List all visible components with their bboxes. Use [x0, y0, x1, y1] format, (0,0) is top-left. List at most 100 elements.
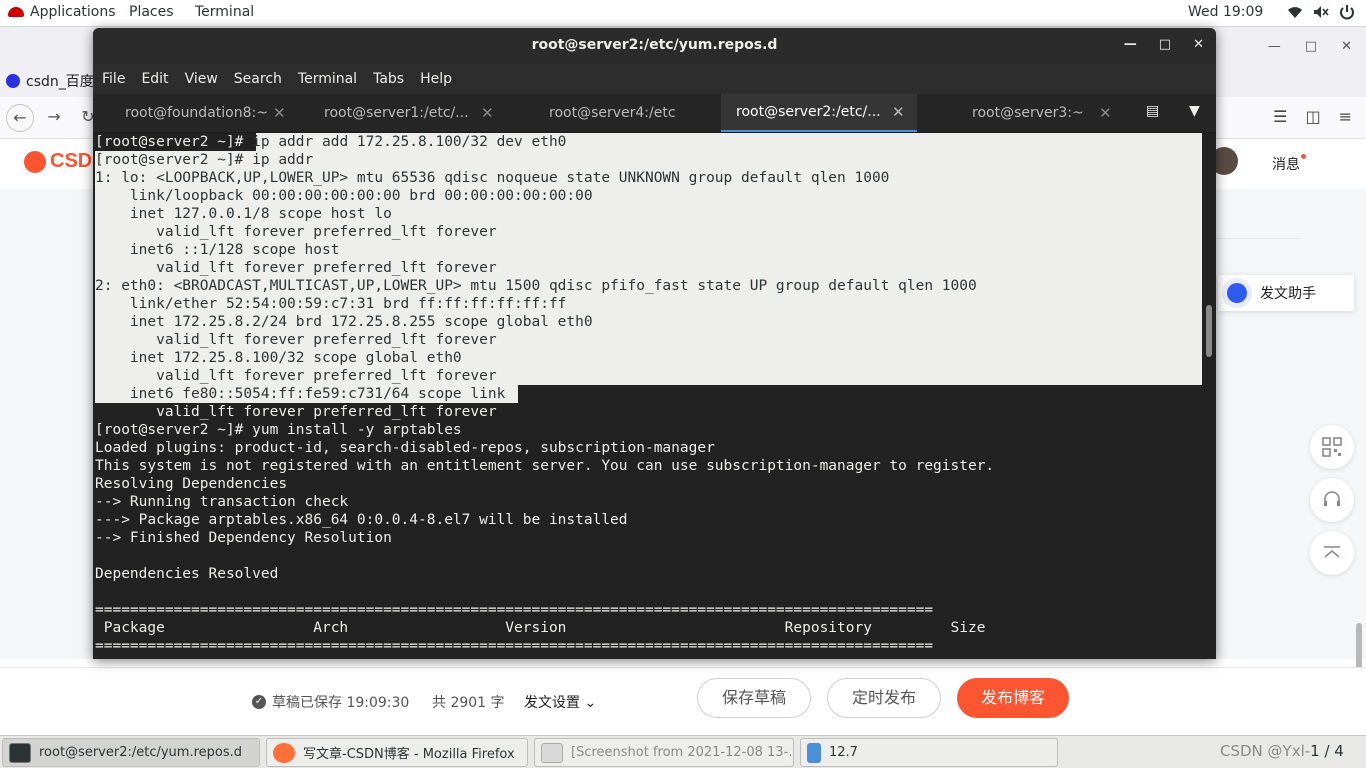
tab-foundation8[interactable]: root@foundation8:~ ✕ [93, 94, 301, 132]
menu-view[interactable]: View [185, 71, 218, 87]
tab-close-icon[interactable]: ✕ [892, 103, 905, 121]
assistant-label: 发文助手 [1260, 286, 1316, 302]
tab-close-icon[interactable]: ✕ [481, 104, 494, 122]
taskbar-item-label: 12.7 [829, 745, 858, 760]
terminal-line: Resolving Dependencies [95, 476, 288, 492]
tab-label: root@server3:~ [972, 105, 1084, 121]
maximize-icon[interactable]: □ [1159, 37, 1171, 52]
divider [1210, 238, 1300, 239]
taskbar-item-screenshot[interactable]: [Screenshot from 2021-12-08 13-... [534, 738, 794, 767]
csdn-watermark: CSDN @Yxl-1 / 4 [1220, 742, 1344, 760]
terminal-line: ---> Package arptables.x86_64 0:0.0.4-8.… [95, 512, 628, 528]
taskbar-item-label: 写文章-CSDN博客 - Mozilla Firefox [303, 747, 515, 762]
terminal-line: [root@server2 ~]# ip addr add 172.25.8.1… [95, 134, 567, 150]
menu-edit[interactable]: Edit [141, 71, 168, 87]
menu-icon[interactable]: ≡ [1339, 107, 1352, 126]
terminal-line: valid_lft forever preferred_lft forever [95, 368, 497, 384]
terminal-output[interactable]: [root@server2 ~]# ip addr add 172.25.8.1… [93, 133, 1216, 659]
word-count: 共 2901 字 [432, 695, 505, 711]
minimize-icon[interactable]: — [1124, 37, 1137, 52]
taskbar-item-folder[interactable]: 12.7 [800, 738, 1058, 767]
customer-service-icon[interactable] [1310, 478, 1354, 522]
terminal-line: [root@server2 ~]# yum install -y arptabl… [95, 422, 462, 438]
menu-tabs[interactable]: Tabs [373, 71, 404, 87]
terminal-line: inet6 ::1/128 scope host [95, 242, 340, 258]
terminal-line: Dependencies Resolved [95, 566, 279, 582]
baidu-icon [6, 74, 20, 88]
terminal-line: valid_lft forever preferred_lft forever [95, 404, 497, 420]
menu-help[interactable]: Help [420, 71, 452, 87]
library-icon[interactable]: ☰ [1273, 107, 1287, 126]
terminal-line: This system is not registered with an en… [95, 458, 995, 474]
tab-label: root@server4:/etc [549, 105, 676, 121]
tab-server1[interactable]: root@server1:/etc/... ✕ [301, 94, 509, 132]
maximize-icon[interactable]: □ [1305, 39, 1317, 54]
terminal-line: --> Running transaction check [95, 494, 349, 510]
tab-close-icon[interactable]: ✕ [1099, 104, 1112, 122]
tab-label: root@foundation8:~ [125, 105, 268, 121]
clock[interactable]: Wed 19:09 [1188, 4, 1263, 20]
system-tray[interactable] [1286, 3, 1356, 21]
qrcode-icon[interactable] [1310, 425, 1354, 469]
terminal-scrollbar[interactable] [1206, 305, 1212, 357]
window-list-taskbar: root@server2:/etc/yum.repos.d 写文章-CSDN博客… [0, 735, 1366, 768]
terminal-line: valid_lft forever preferred_lft forever [95, 224, 497, 240]
applications-menu[interactable]: Applications [8, 4, 116, 20]
close-icon[interactable]: ✕ [1341, 39, 1352, 54]
terminal-line: [root@server2 ~]# ip addr [95, 152, 314, 168]
tab-label: root@server2:/etc/... [736, 104, 881, 120]
publish-button[interactable]: 发布博客 [957, 678, 1069, 718]
menu-file[interactable]: File [102, 71, 125, 87]
places-menu[interactable]: Places [129, 4, 174, 20]
tabs-dropdown-icon[interactable]: ▼ [1189, 103, 1200, 119]
firefox-tab[interactable]: csdn_百度 [6, 71, 94, 91]
forward-icon[interactable]: → [40, 104, 68, 132]
terminal-line: link/loopback 00:00:00:00:00:00 brd 00:0… [95, 188, 593, 204]
terminal-lines: [root@server2 ~]# ip addr add 172.25.8.1… [95, 133, 1205, 655]
sidebar-icon[interactable]: ◫ [1305, 107, 1320, 126]
tab-close-icon[interactable]: ✕ [273, 104, 286, 122]
messages-link[interactable]: 消息 [1272, 154, 1306, 174]
new-tab-icon[interactable]: ▤ [1146, 103, 1159, 119]
back-icon[interactable]: ← [6, 104, 34, 132]
gnome-top-bar: Applications Places Terminal Wed 19:09 [0, 0, 1366, 27]
tab-server2[interactable]: root@server2:/etc/... ✕ [721, 94, 917, 132]
terminal-app-menu[interactable]: Terminal [195, 4, 254, 20]
tab-server3[interactable]: root@server3:~ ✕ [917, 94, 1119, 132]
menu-terminal[interactable]: Terminal [298, 71, 357, 87]
save-draft-button[interactable]: 保存草稿 [697, 678, 811, 718]
terminal-icon [9, 742, 31, 763]
schedule-publish-button[interactable]: 定时发布 [827, 678, 941, 718]
terminal-line: Loaded plugins: product-id, search-disab… [95, 440, 715, 456]
terminal-line: inet6 fe80::5054:ff:fe59:c731/64 scope l… [95, 386, 506, 402]
terminal-titlebar[interactable]: root@server2:/etc/yum.repos.d — □ ✕ [93, 28, 1216, 64]
workspace-indicator: 1 / 4 [1310, 742, 1344, 760]
terminal-line: ========================================… [95, 638, 934, 654]
save-status-text: 草稿已保存 19:09:30 [272, 695, 410, 711]
terminal-line: 1: lo: <LOOPBACK,UP,LOWER_UP> mtu 65536 … [95, 170, 890, 186]
terminal-window[interactable]: root@server2:/etc/yum.repos.d — □ ✕ File… [93, 28, 1216, 659]
volume-muted-icon [1314, 6, 1329, 18]
menu-search[interactable]: Search [234, 71, 282, 87]
writing-assistant-button[interactable]: 发文助手 [1218, 275, 1354, 311]
check-icon: ✓ [252, 695, 266, 709]
editor-bottom-bar: ✓ 草稿已保存 19:09:30 共 2901 字 发文设置 ⌄ 保存草稿 定时… [0, 667, 1366, 735]
save-status: ✓ 草稿已保存 19:09:30 [252, 692, 409, 712]
image-viewer-icon [541, 742, 563, 763]
publish-settings-dropdown[interactable]: 发文设置 ⌄ [524, 692, 596, 712]
notification-dot [1301, 154, 1306, 159]
terminal-line: ========================================… [95, 602, 934, 618]
terminal-line: --> Finished Dependency Resolution [95, 530, 392, 546]
terminal-line: inet 172.25.8.2/24 brd 172.25.8.255 scop… [95, 314, 593, 330]
assistant-icon [1222, 278, 1252, 308]
tab-server4[interactable]: root@server4:/etc [509, 94, 721, 132]
terminal-line: valid_lft forever preferred_lft forever [95, 332, 497, 348]
taskbar-item-terminal[interactable]: root@server2:/etc/yum.repos.d [2, 738, 260, 767]
taskbar-item-firefox[interactable]: 写文章-CSDN博客 - Mozilla Firefox [266, 738, 528, 767]
firefox-icon [273, 742, 295, 763]
back-to-top-icon[interactable] [1310, 531, 1354, 575]
file-icon [807, 742, 821, 763]
tab-label: root@server1:/etc/... [324, 105, 469, 121]
minimize-icon[interactable]: — [1268, 39, 1281, 54]
close-icon[interactable]: ✕ [1193, 37, 1204, 52]
